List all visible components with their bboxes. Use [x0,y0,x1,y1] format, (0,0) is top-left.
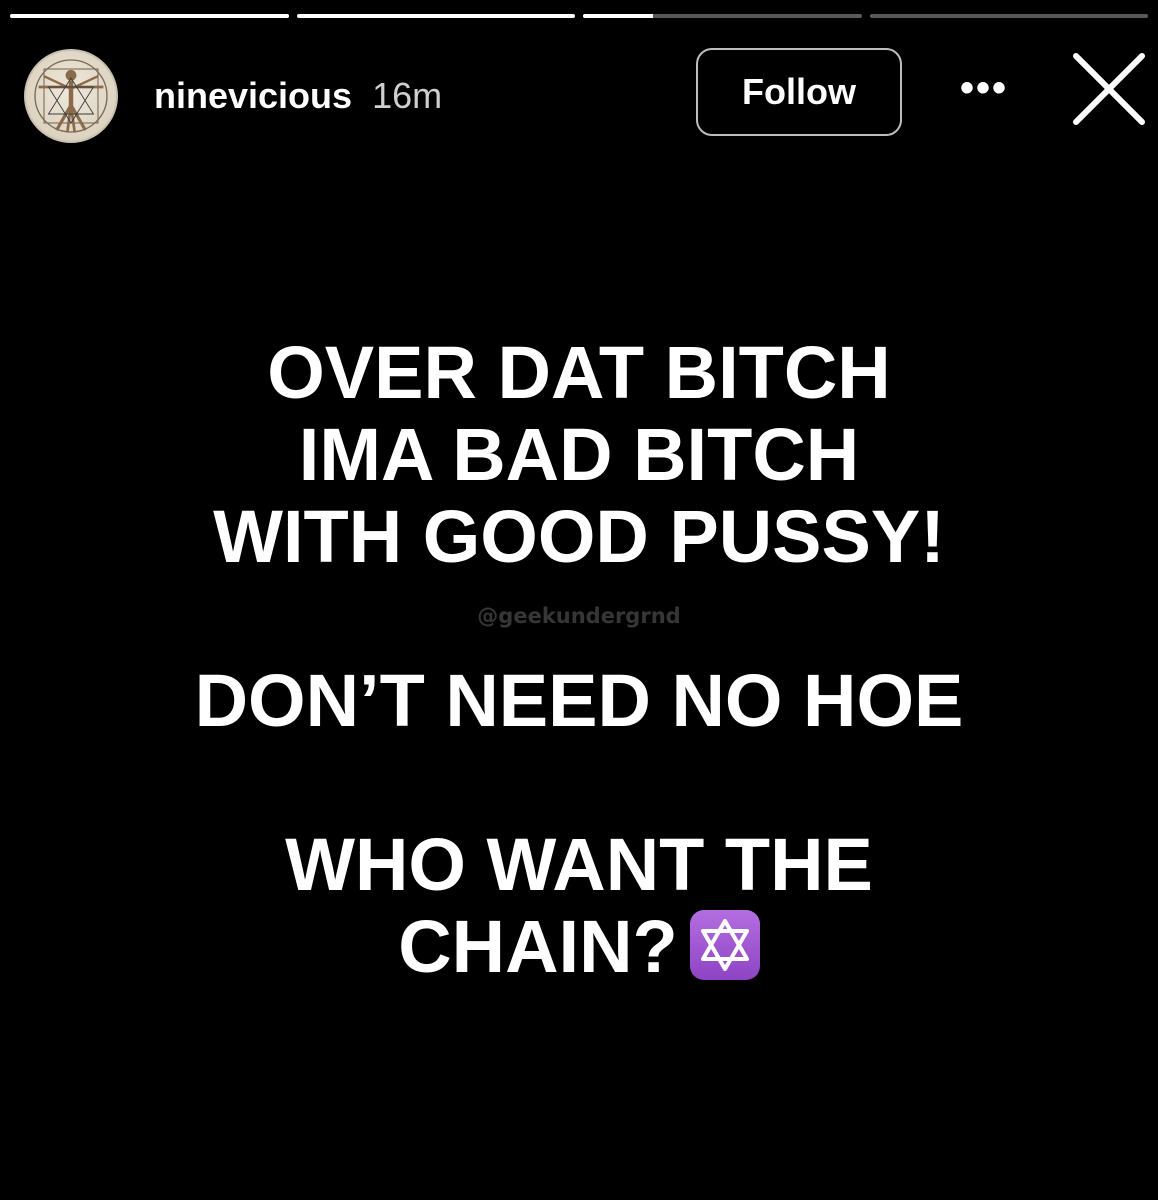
story-line: IMA BAD BITCH [298,413,860,496]
story-header: ninevicious 16m Follow ••• [24,46,1145,146]
avatar[interactable] [24,49,118,143]
follow-button[interactable]: Follow [696,48,902,136]
username[interactable]: ninevicious [154,75,352,117]
story-last-line: CHAIN? [0,906,1158,988]
story-progress-bar [10,14,1148,18]
star-of-david-icon [689,910,760,980]
story-line-gap [0,742,1158,824]
story-line: DON’T NEED NO HOE [194,659,964,742]
story-text: OVER DAT BITCH IMA BAD BITCH WITH GOOD P… [0,332,1158,988]
progress-segment [583,14,862,18]
progress-segment [296,14,575,18]
close-icon[interactable] [1064,44,1154,134]
story-line: WHO WANT THE [285,823,873,906]
progress-segment [869,14,1148,18]
story-line: CHAIN? [398,905,678,988]
story-line: OVER DAT BITCH [267,331,891,414]
vitruvian-man-icon [34,59,108,133]
post-time: 16m [372,75,443,116]
progress-segment [10,14,289,18]
story-line: WITH GOOD PUSSY! [213,495,945,578]
more-options-icon[interactable]: ••• [960,66,1008,111]
watermark: @geekundergrnd [477,604,681,628]
